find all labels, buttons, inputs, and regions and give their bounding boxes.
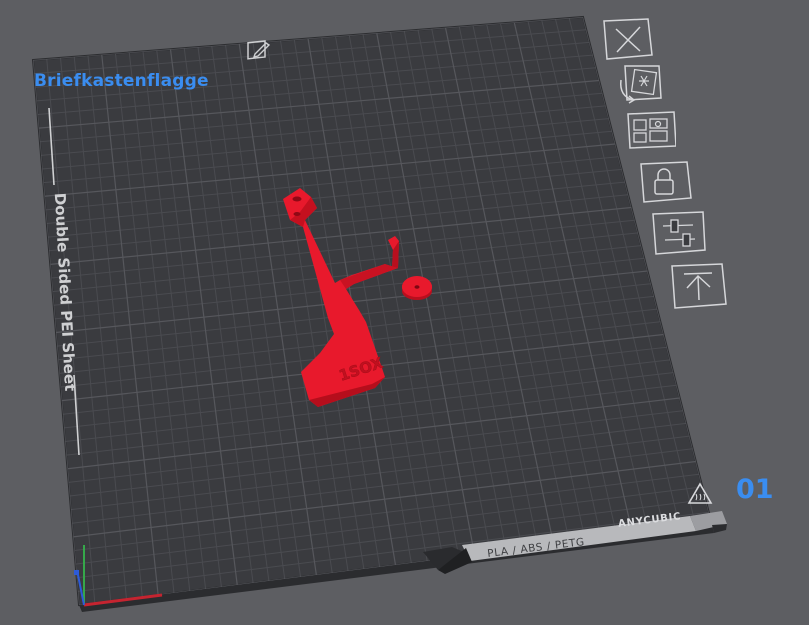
plate-settings-button[interactable] bbox=[643, 210, 707, 260]
arrange-icon bbox=[627, 111, 676, 149]
3d-viewport[interactable]: 1SOX bbox=[0, 0, 809, 625]
delete-plate-button[interactable] bbox=[600, 17, 656, 63]
edit-plate-name-button[interactable] bbox=[246, 40, 272, 62]
arrange-button[interactable] bbox=[620, 108, 676, 154]
brand-label: ANYCUBIC bbox=[617, 511, 682, 530]
sliders-icon bbox=[652, 211, 706, 255]
pencil-icon bbox=[247, 40, 271, 60]
move-top-icon bbox=[671, 263, 727, 309]
move-to-top-button[interactable] bbox=[662, 262, 728, 312]
auto-orient-icon bbox=[620, 65, 662, 104]
close-icon bbox=[603, 18, 653, 60]
plate-name[interactable]: Briefkastenflagge bbox=[34, 71, 209, 91]
auto-orient-button[interactable] bbox=[611, 62, 667, 108]
lock-plate-button[interactable] bbox=[633, 160, 693, 208]
material-label: PLA / ABS / PETG bbox=[486, 536, 586, 560]
lock-icon bbox=[640, 161, 692, 203]
plate-index: 01 bbox=[736, 474, 774, 505]
